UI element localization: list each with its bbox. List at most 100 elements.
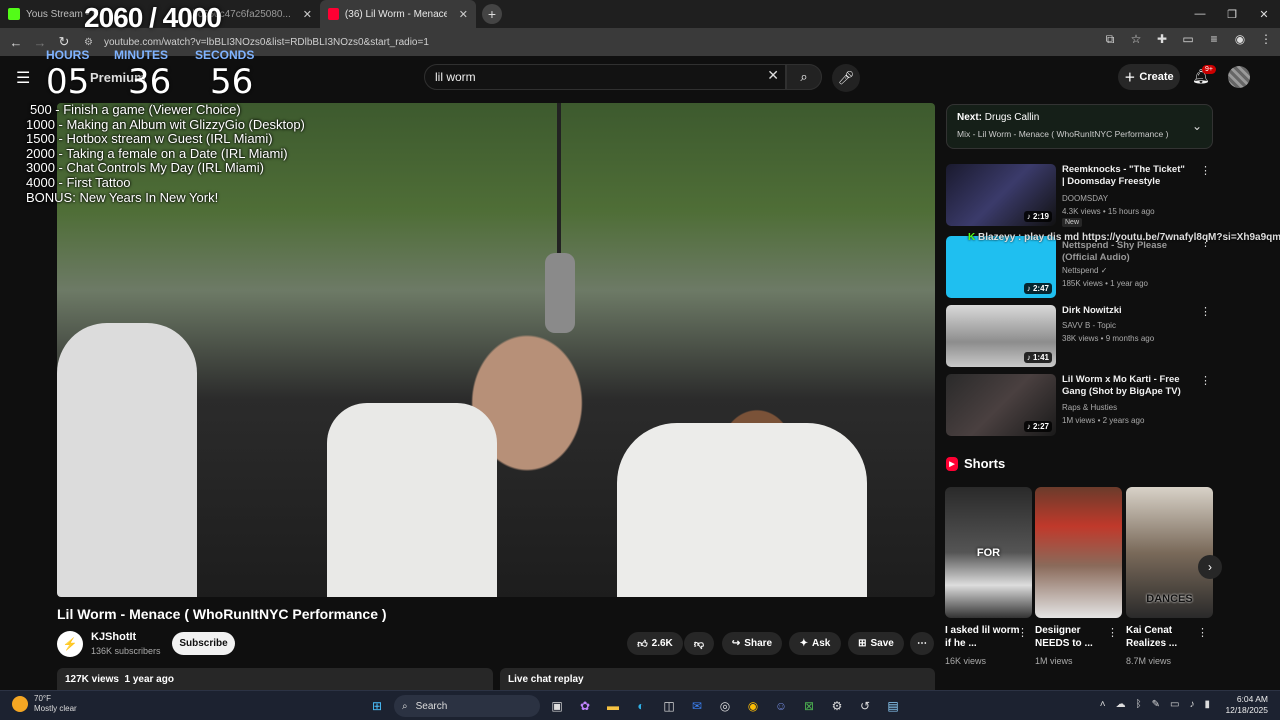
menu-icon[interactable]: ☰ (16, 68, 30, 88)
recommended-video[interactable]: ♪ 2:19 Reemknocks - "The Ticket" | Dooms… (946, 164, 1213, 227)
duration-badge: ♪ 2:47 (1023, 283, 1052, 294)
cloud-sync-icon[interactable]: ☁ (1116, 699, 1126, 710)
share-button[interactable]: ↪ Share (722, 632, 782, 655)
install-app-icon[interactable]: ⧉ (1102, 32, 1118, 47)
restore-icon[interactable]: ❐ (1216, 0, 1248, 28)
subscribe-button[interactable]: Subscribe (172, 632, 235, 655)
short-title[interactable]: Desiigner NEEDS to ... (1035, 624, 1113, 650)
channel-avatar[interactable]: ⚡ (57, 631, 83, 657)
channel-name[interactable]: Raps & Husties (1062, 403, 1117, 412)
bluetooth-icon[interactable]: ᛒ (1136, 699, 1142, 710)
more-vertical-icon[interactable]: ⋮ (1017, 626, 1028, 639)
media-control-icon[interactable]: ≡ (1206, 32, 1222, 47)
discord-icon[interactable]: ☺ (770, 695, 792, 717)
short-thumbnail[interactable]: FOR (945, 487, 1032, 618)
minimize-icon[interactable]: — (1184, 0, 1216, 28)
video-thumbnail[interactable]: ♪ 2:19 (946, 164, 1056, 226)
search-input[interactable]: lil worm ✕ (424, 64, 786, 90)
video-thumbnail[interactable]: ♪ 1:41 (946, 305, 1056, 367)
ask-button[interactable]: ✦ Ask (789, 632, 841, 655)
recommended-video[interactable]: ♪ 2:47 Nettspend - Shy Please (Official … (946, 236, 1213, 298)
duration-badge: ♪ 2:27 (1023, 421, 1052, 432)
chevron-right-icon: › (1208, 560, 1212, 574)
bookmark-star-icon[interactable]: ☆ (1128, 32, 1144, 47)
short-thumbnail[interactable]: DANCES (1126, 487, 1213, 618)
close-tab-icon[interactable]: ✕ (303, 8, 312, 21)
recommended-video[interactable]: ♪ 2:27 Lil Worm x Mo Karti - Free Gang (… (946, 374, 1213, 436)
channel-name[interactable]: Nettspend ✓ (1062, 266, 1107, 275)
pen-icon[interactable]: ✎ (1152, 699, 1160, 710)
clear-search-icon[interactable]: ✕ (767, 67, 779, 84)
tab-youtube-active[interactable]: (36) Lil Worm - Menace ( WhoR... ✕ (320, 0, 476, 28)
chevron-up-icon[interactable]: ˄ (1100, 699, 1106, 710)
site-info-icon[interactable]: ⚙ (84, 37, 98, 48)
edge-icon[interactable]: ◐ (630, 695, 652, 717)
profile-icon[interactable]: ◉ (1232, 32, 1248, 47)
obs-icon[interactable]: ◎ (714, 695, 736, 717)
video-title[interactable]: Lil Worm x Mo Karti - Free Gang (Shot by… (1062, 374, 1190, 398)
chevron-down-icon[interactable]: ⌄ (1192, 119, 1202, 133)
short-title[interactable]: I asked lil worm if he ... (945, 624, 1023, 650)
short-title[interactable]: Kai Cenat Realizes ... (1126, 624, 1204, 650)
xbox-icon[interactable]: ⊠ (798, 695, 820, 717)
video-title[interactable]: Reemknocks - "The Ticket" | Doomsday Fre… (1062, 164, 1190, 188)
task-view-icon[interactable]: ▣ (546, 695, 568, 717)
recommended-video[interactable]: ♪ 1:41 Dirk Nowitzki SAVV B - Topic 38K … (946, 305, 1213, 367)
channel-name[interactable]: SAVV B - Topic (1062, 321, 1116, 330)
notification-count-badge: 9+ (1202, 65, 1216, 74)
views-and-date: 127K views 1 year ago (65, 674, 174, 685)
close-window-icon[interactable]: ✕ (1248, 0, 1280, 28)
seconds-value: 56 (210, 62, 254, 102)
taskbar-clock[interactable]: 6:04 AM 12/18/2025 (1225, 694, 1268, 716)
copilot-icon[interactable]: ✿ (574, 695, 596, 717)
account-avatar[interactable] (1228, 66, 1250, 88)
weather-icon (12, 696, 28, 712)
close-tab-icon[interactable]: ✕ (459, 8, 468, 21)
chat-user-icon: K (968, 232, 976, 243)
browser-menu-icon[interactable]: ⋮ (1258, 32, 1274, 47)
goal-item: 500 - Finish a game (Viewer Choice) (30, 102, 241, 117)
more-vertical-icon[interactable]: ⋮ (1107, 626, 1118, 639)
windows-start-icon[interactable]: ⊞ (366, 695, 388, 717)
save-button[interactable]: ⊞ Save (848, 632, 904, 655)
search-button[interactable]: ⌕ (786, 64, 822, 90)
video-title[interactable]: Nettspend - Shy Please (Official Audio) (1062, 240, 1190, 264)
video-thumbnail[interactable]: ♪ 2:27 (946, 374, 1056, 436)
short-overlay-text: FOR (976, 547, 1001, 559)
channel-name[interactable]: DOOMSDAY (1062, 194, 1108, 203)
more-vertical-icon[interactable]: ⋮ (1200, 305, 1211, 318)
live-chat-replay-header[interactable]: Live chat replay (500, 668, 935, 690)
like-button[interactable]: 👍︎ 2.6K (627, 632, 683, 655)
volume-icon[interactable]: ♪ (1189, 699, 1194, 710)
create-button[interactable]: ＋ Create (1118, 64, 1180, 90)
playlist-next-panel[interactable]: Next: Drugs Callin Mix - Lil Worm - Mena… (946, 104, 1213, 149)
steam-icon[interactable]: ⚙ (826, 695, 848, 717)
more-vertical-icon[interactable]: ⋮ (1197, 626, 1208, 639)
more-vertical-icon[interactable]: ⋮ (1200, 374, 1211, 387)
weather-widget[interactable]: 70°F Mostly clear (12, 694, 77, 714)
file-explorer-icon[interactable]: ▬ (602, 695, 624, 717)
chrome-icon[interactable]: ◉ (742, 695, 764, 717)
new-tab-button[interactable]: + (482, 4, 502, 24)
dislike-button[interactable]: 👎︎ (684, 632, 714, 655)
video-title[interactable]: Dirk Nowitzki (1062, 305, 1190, 317)
capcut-icon[interactable]: ↺ (854, 695, 876, 717)
outlook-icon[interactable]: ✉ (686, 695, 708, 717)
voice-search-button[interactable]: 🎤︎ (832, 64, 860, 92)
short-thumbnail[interactable] (1035, 487, 1122, 618)
shorts-next-button[interactable]: › (1198, 555, 1222, 579)
more-actions-button[interactable]: ⋯ (910, 632, 934, 655)
store-icon[interactable]: ◫ (658, 695, 680, 717)
description-box[interactable]: 127K views 1 year ago (57, 668, 493, 690)
network-icon[interactable]: ▭ (1170, 699, 1179, 710)
taskbar-search[interactable]: ⌕ Search (394, 695, 540, 717)
channel-name[interactable]: KJShotIt (91, 631, 136, 643)
split-view-icon[interactable]: ▭ (1180, 32, 1196, 47)
video-frame-person (57, 323, 197, 597)
more-vertical-icon[interactable]: ⋮ (1200, 164, 1211, 177)
back-icon[interactable]: ← (4, 35, 28, 50)
battery-icon[interactable]: ▮ (1204, 699, 1210, 710)
notepad-icon[interactable]: ▤ (882, 695, 904, 717)
extensions-icon[interactable]: ✚ (1154, 32, 1170, 47)
video-thumbnail[interactable]: ♪ 2:47 (946, 236, 1056, 298)
